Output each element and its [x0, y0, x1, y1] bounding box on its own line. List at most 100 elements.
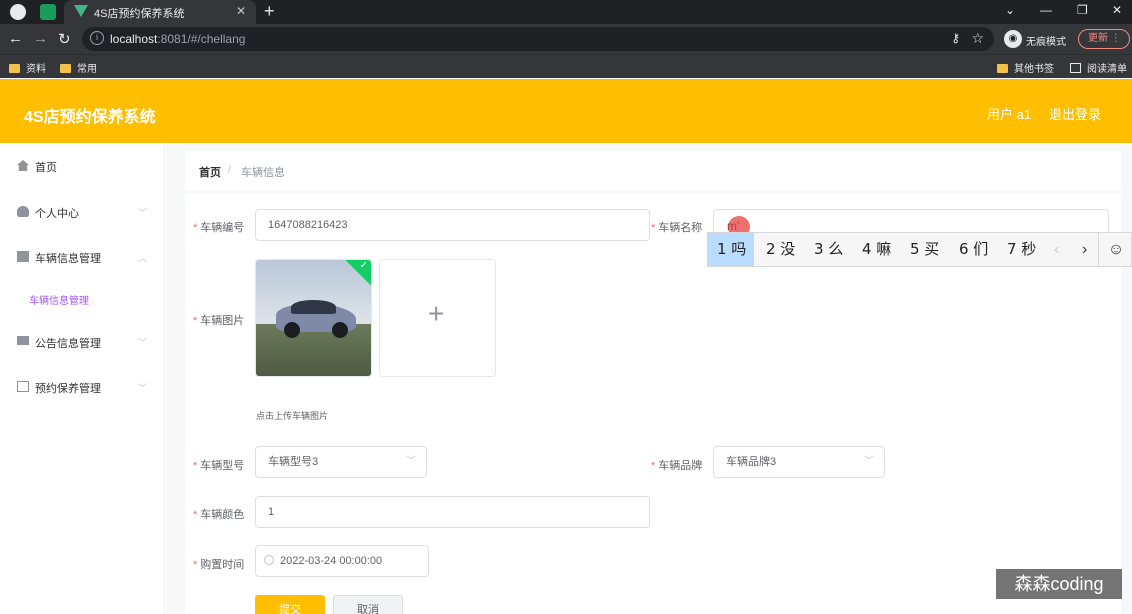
- vehicle-name-label-text: 车辆名称: [658, 222, 703, 234]
- app-tab-icon[interactable]: [40, 4, 56, 20]
- plus-icon: +: [428, 298, 445, 329]
- user-icon: [17, 206, 29, 217]
- key-icon[interactable]: ⚷: [951, 31, 960, 45]
- check-icon: ✓: [359, 260, 368, 271]
- brand-label-text: 车辆品牌: [658, 460, 703, 472]
- vehicle-no-label-text: 车辆编号: [200, 222, 245, 234]
- sidebar-item-label: 个人中心: [35, 208, 79, 220]
- vehicle-image-label-text: 车辆图片: [200, 315, 245, 327]
- model-label: * 车辆型号: [193, 460, 245, 472]
- sidebar-item-home[interactable]: 首页: [0, 143, 165, 187]
- purchase-time-picker[interactable]: 2022-03-24 00:00:00: [255, 545, 429, 577]
- sidebar-item-label: 首页: [35, 162, 57, 174]
- new-tab-icon[interactable]: +: [264, 1, 275, 22]
- watermark: 森森coding: [996, 569, 1122, 599]
- copy-icon: [17, 381, 29, 392]
- bookmark-label: 其他书签: [1014, 64, 1054, 75]
- sidebar-item-vehicle[interactable]: 车辆信息管理 ︿: [0, 234, 165, 278]
- chevron-down-icon: ﹀: [138, 338, 148, 348]
- color-label: * 车辆颜色: [193, 509, 245, 521]
- chevron-down-icon: ﹀: [406, 456, 416, 467]
- bookmark-star-icon[interactable]: ☆: [971, 30, 984, 47]
- chevron-down-icon: ﹀: [138, 208, 148, 218]
- ime-candidate[interactable]: 5 买: [910, 233, 939, 266]
- model-select-value: 车辆型号3: [268, 456, 319, 468]
- bookmark-label: 常用: [77, 64, 97, 75]
- cancel-button[interactable]: 取消: [333, 595, 403, 614]
- chevron-up-icon: ︿: [138, 253, 148, 263]
- logout-link[interactable]: 退出登录: [1049, 104, 1101, 123]
- image-upload-button[interactable]: +: [379, 259, 496, 377]
- ime-candidate[interactable]: 3 么: [814, 233, 843, 266]
- reload-icon[interactable]: ↻: [58, 30, 71, 48]
- vehicle-no-label: * 车辆编号: [193, 222, 245, 234]
- incognito-label: 无痕模式: [1026, 37, 1066, 48]
- site-info-icon[interactable]: i: [90, 31, 104, 45]
- model-label-text: 车辆型号: [200, 460, 245, 472]
- minimize-icon[interactable]: —: [1040, 3, 1052, 17]
- url-field[interactable]: i localhost:8081/#/chellang ⚷ ☆: [82, 27, 994, 51]
- forward-icon[interactable]: →: [33, 30, 48, 47]
- tab-title: 4S店预约保养系统: [94, 8, 185, 20]
- ime-candidate[interactable]: 4 嘛: [862, 233, 891, 266]
- ime-candidate[interactable]: 7 秒: [1007, 233, 1036, 266]
- monitor-icon: [17, 336, 29, 345]
- purchase-time-label: * 购置时间: [193, 559, 245, 571]
- bookmark-folder-1[interactable]: 常用: [60, 60, 97, 75]
- sidebar-item-notice[interactable]: 公告信息管理 ﹀: [0, 319, 165, 363]
- app-title: 4S店预约保养系统: [24, 109, 156, 126]
- incognito-icon[interactable]: ◉: [1004, 30, 1022, 48]
- bookmark-label: 阅读清单: [1087, 64, 1127, 75]
- close-tab-icon[interactable]: ✕: [236, 4, 246, 18]
- sidebar-item-booking[interactable]: 预约保养管理 ﹀: [0, 364, 165, 408]
- back-icon[interactable]: ←: [8, 30, 23, 47]
- model-select[interactable]: 车辆型号3 ﹀: [255, 446, 427, 478]
- vehicle-image-label: * 车辆图片: [193, 315, 245, 327]
- clock-icon: [264, 555, 274, 565]
- globe-icon[interactable]: [10, 4, 26, 20]
- sidebar-subitem-vehicle[interactable]: 车辆信息管理: [29, 292, 89, 307]
- brand-select[interactable]: 车辆品牌3 ﹀: [713, 446, 885, 478]
- close-window-icon[interactable]: ✕: [1112, 3, 1122, 17]
- url-host: localhost: [110, 32, 158, 46]
- tab-search-icon[interactable]: ⌄: [1005, 3, 1015, 17]
- update-label: 更新: [1088, 33, 1108, 44]
- reading-list[interactable]: 阅读清单: [1070, 60, 1127, 75]
- vue-logo-icon: [74, 5, 88, 17]
- vehicle-image-thumbnail[interactable]: ✓: [255, 259, 372, 377]
- brand-label: * 车辆品牌: [651, 460, 703, 472]
- purchase-time-value: 2022-03-24 00:00:00: [280, 555, 383, 567]
- bookmark-folder-0[interactable]: 资料: [9, 60, 46, 75]
- sidebar-item-label: 预约保养管理: [35, 383, 101, 395]
- breadcrumb-home[interactable]: 首页: [199, 164, 221, 180]
- color-input[interactable]: 1: [255, 496, 650, 528]
- address-bar-row: ← → ↻ i localhost:8081/#/chellang ⚷ ☆ ◉ …: [0, 24, 1132, 54]
- folder-icon: [9, 64, 20, 73]
- ime-prev-icon[interactable]: ‹: [1054, 233, 1059, 266]
- vehicle-no-input[interactable]: 1647088216423: [255, 209, 650, 241]
- chevron-down-icon: ﹀: [138, 383, 148, 393]
- ime-next-icon[interactable]: ›: [1082, 233, 1087, 266]
- submit-button[interactable]: 提交: [255, 595, 325, 614]
- purchase-time-label-text: 购置时间: [200, 559, 245, 571]
- chevron-down-icon: ﹀: [864, 456, 874, 467]
- folder-icon: [997, 64, 1008, 73]
- active-tab[interactable]: 4S店预约保养系统 ✕: [64, 0, 256, 24]
- breadcrumb-separator: /: [228, 164, 232, 176]
- sidebar-item-label: 公告信息管理: [35, 338, 101, 350]
- update-button[interactable]: 更新 ⋮: [1078, 29, 1130, 49]
- emoji-icon[interactable]: ☺: [1098, 233, 1132, 266]
- ime-candidate[interactable]: 2 没: [766, 233, 795, 266]
- sidebar-item-personal[interactable]: 个人中心 ﹀: [0, 189, 165, 233]
- main-content: 首页 / 车辆信息 * 车辆编号 1647088216423 * 车辆名称 * 车辆图…: [166, 143, 1132, 614]
- reading-list-icon: [1070, 63, 1081, 73]
- ime-candidate[interactable]: 1 吗: [708, 233, 754, 266]
- brand-select-value: 车辆品牌3: [726, 456, 777, 468]
- ime-candidate[interactable]: 6 们: [959, 233, 988, 266]
- upload-tip: 点击上传车辆图片: [256, 411, 329, 421]
- other-bookmarks[interactable]: 其他书签: [997, 60, 1054, 75]
- color-label-text: 车辆颜色: [200, 509, 245, 521]
- folder-icon: [60, 64, 71, 73]
- browser-tab-bar: 4S店预约保养系统 ✕ + ⌄ — ❐ ✕: [0, 0, 1132, 24]
- restore-icon[interactable]: ❐: [1077, 3, 1088, 17]
